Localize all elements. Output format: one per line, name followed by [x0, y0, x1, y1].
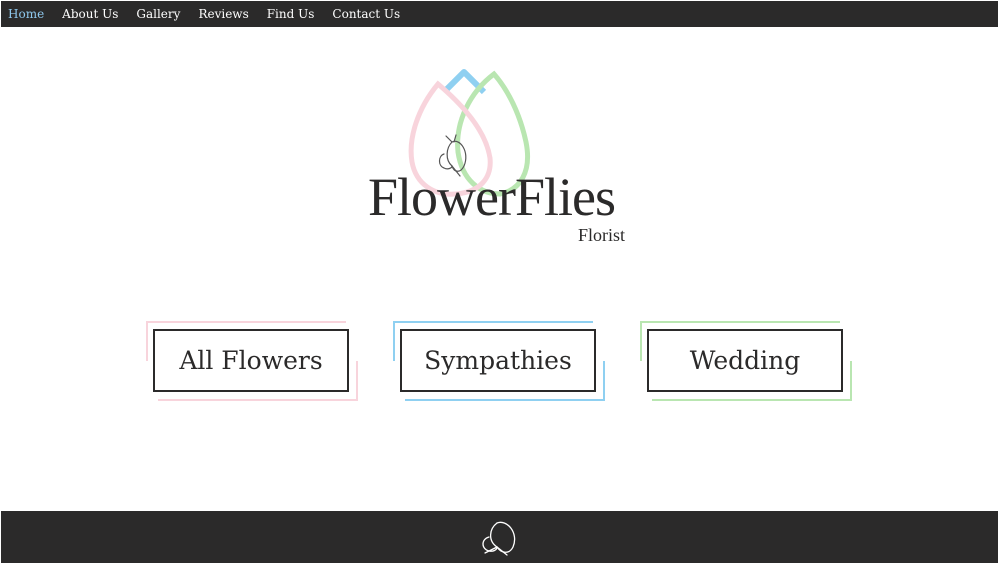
butterfly-icon — [482, 521, 516, 556]
category-all-flowers: All Flowers — [146, 321, 358, 401]
site-logo[interactable]: FlowerFlies Florist — [360, 62, 640, 252]
category-sympathies: Sympathies — [393, 321, 605, 401]
nav-home[interactable]: Home — [8, 7, 44, 21]
category-wedding: Wedding — [640, 321, 852, 401]
wedding-button[interactable]: Wedding — [647, 329, 843, 392]
brand-subtitle: Florist — [578, 225, 626, 245]
page: Home About Us Gallery Reviews Find Us Co… — [0, 0, 999, 564]
nav-contact-us[interactable]: Contact Us — [332, 7, 400, 21]
nav-find-us[interactable]: Find Us — [267, 7, 315, 21]
all-flowers-button[interactable]: All Flowers — [153, 329, 349, 392]
sympathies-button[interactable]: Sympathies — [400, 329, 596, 392]
brand-name: FlowerFlies — [368, 167, 616, 227]
top-nav: Home About Us Gallery Reviews Find Us Co… — [1, 1, 998, 27]
nav-about-us[interactable]: About Us — [62, 7, 118, 21]
nav-reviews[interactable]: Reviews — [198, 7, 248, 21]
nav-gallery[interactable]: Gallery — [136, 7, 180, 21]
footer — [1, 511, 998, 563]
